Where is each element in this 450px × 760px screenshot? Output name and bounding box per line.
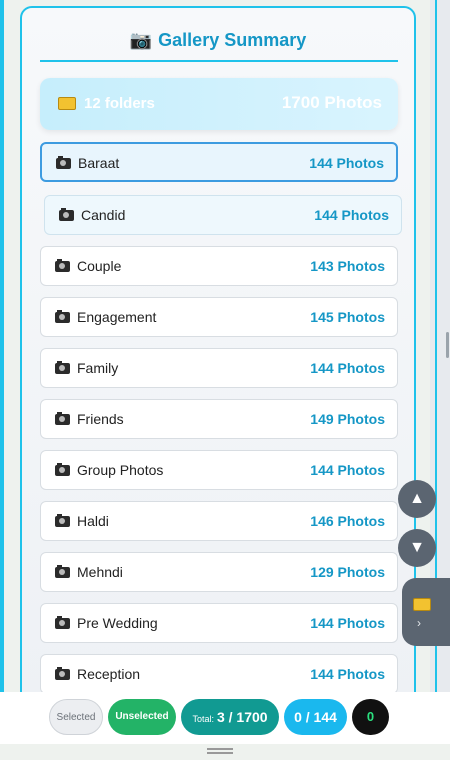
- chevron-right-icon: ›: [417, 616, 421, 630]
- summary-photos: 1700 Photos: [281, 93, 382, 112]
- selected-filter-button[interactable]: Selected: [49, 699, 103, 735]
- folder-name: Family: [55, 360, 118, 376]
- camera-icon: [55, 258, 70, 272]
- resize-handle[interactable]: [446, 332, 449, 358]
- folder-photo-count: 144 Photos: [310, 360, 385, 376]
- camera-icon: 📷: [129, 30, 153, 50]
- zero-count-badge[interactable]: 0: [352, 699, 389, 735]
- folder-name: Candid: [59, 207, 125, 223]
- camera-icon: [55, 666, 70, 680]
- folder-row-pre-wedding[interactable]: Pre Wedding 144 Photos: [40, 603, 398, 643]
- camera-icon: [55, 615, 70, 629]
- title-divider: [40, 60, 398, 62]
- folder-name: Couple: [55, 258, 121, 274]
- camera-icon: [55, 513, 70, 527]
- scroll-down-button[interactable]: ▼: [398, 529, 436, 567]
- summary-card[interactable]: 12 folders 1700 Photos: [40, 78, 398, 130]
- drag-grip-icon[interactable]: [207, 748, 233, 750]
- scroll-up-button[interactable]: ▲: [398, 480, 436, 518]
- folder-photo-count: 144 Photos: [309, 155, 384, 171]
- total-value: 3 / 1700: [216, 709, 268, 725]
- folder-photo-count: 144 Photos: [314, 207, 389, 223]
- folder-panel-toggle-button[interactable]: ›: [402, 578, 450, 646]
- unselected-filter-button[interactable]: Unselected: [108, 699, 176, 735]
- folder-photo-count: 146 Photos: [310, 513, 385, 529]
- folder-photo-count: 149 Photos: [310, 411, 385, 427]
- total-label: Total:: [192, 714, 214, 724]
- folder-row-group-photos[interactable]: Group Photos 144 Photos: [40, 450, 398, 490]
- folder-name: Mehndi: [55, 564, 123, 580]
- folder-photo-count: 144 Photos: [310, 666, 385, 682]
- camera-icon: [56, 155, 71, 169]
- folder-count-badge[interactable]: 0 / 144: [284, 699, 347, 735]
- folder-photo-count: 129 Photos: [310, 564, 385, 580]
- folder-name: Friends: [55, 411, 124, 427]
- camera-icon: [55, 564, 70, 578]
- folder-row-haldi[interactable]: Haldi 146 Photos: [40, 501, 398, 541]
- folder-photo-count: 145 Photos: [310, 309, 385, 325]
- folder-row-candid[interactable]: Candid 144 Photos: [44, 195, 402, 235]
- camera-icon: [55, 309, 70, 323]
- folder-row-family[interactable]: Family 144 Photos: [40, 348, 398, 388]
- folder-row-friends[interactable]: Friends 149 Photos: [40, 399, 398, 439]
- camera-icon: [59, 207, 74, 221]
- panel-title: 📷 Gallery Summary: [129, 30, 307, 50]
- folder-row-baraat[interactable]: Baraat 144 Photos: [40, 142, 398, 182]
- folder-name: Haldi: [55, 513, 109, 529]
- folder-photo-count: 143 Photos: [310, 258, 385, 274]
- folder-photo-count: 144 Photos: [310, 615, 385, 631]
- folder-icon: [413, 598, 431, 611]
- folder-name: Group Photos: [55, 462, 163, 478]
- total-count-badge[interactable]: Total: 3 / 1700: [181, 699, 279, 735]
- folder-name: Baraat: [56, 155, 119, 171]
- folder-row-reception[interactable]: Reception 144 Photos: [40, 654, 398, 694]
- gallery-summary-panel: 📷 Gallery Summary 12 folders 1700 Photos …: [20, 6, 416, 706]
- camera-icon: [55, 411, 70, 425]
- folder-photo-count: 144 Photos: [310, 462, 385, 478]
- folder-row-mehndi[interactable]: Mehndi 129 Photos: [40, 552, 398, 592]
- folder-name: Pre Wedding: [55, 615, 158, 631]
- camera-icon: [55, 462, 70, 476]
- folder-name: Engagement: [55, 309, 156, 325]
- summary-folders: 12 folders: [58, 95, 155, 112]
- folder-icon: [58, 96, 76, 110]
- bottom-status-bar: Selected Unselected Total: 3 / 1700 0 / 1…: [0, 692, 450, 744]
- left-accent-stripe: [0, 0, 4, 700]
- folder-row-engagement[interactable]: Engagement 145 Photos: [40, 297, 398, 337]
- folder-row-couple[interactable]: Couple 143 Photos: [40, 246, 398, 286]
- camera-icon: [55, 360, 70, 374]
- folder-name: Reception: [55, 666, 140, 682]
- footer-strip: [0, 744, 450, 760]
